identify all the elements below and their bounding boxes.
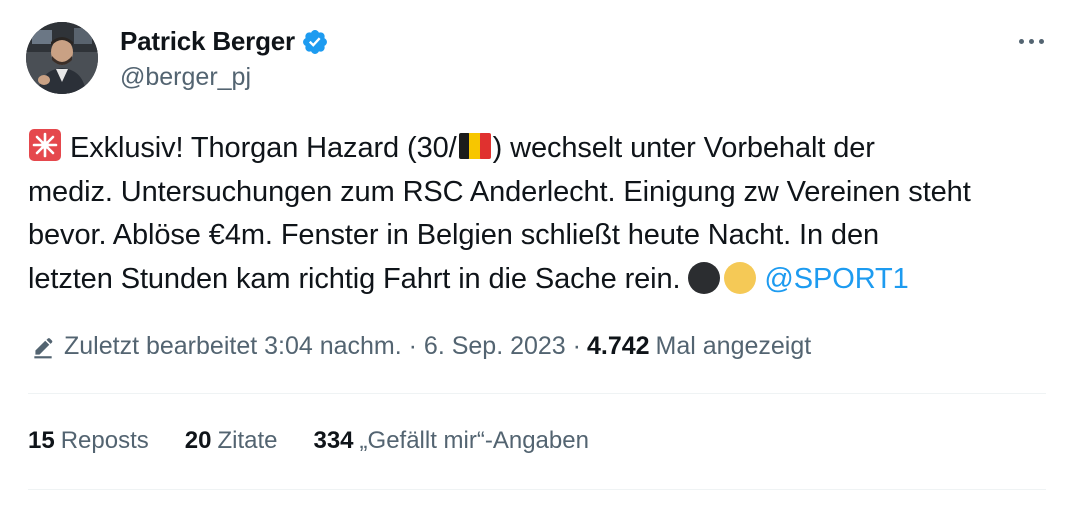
author-name-row[interactable]: Patrick Berger — [120, 26, 329, 57]
rotating-light-icon — [29, 129, 61, 161]
tweet-text: Exklusiv! Thorgan Hazard (30/ ) wechselt… — [28, 127, 1058, 301]
tweet-line-1: Exklusiv! Thorgan Hazard (30/ ) wechselt… — [28, 127, 1058, 171]
quotes-label: Zitate — [217, 427, 278, 454]
yellow-circle-icon — [724, 261, 757, 294]
reposts-label: Reposts — [60, 427, 149, 454]
tweet-meta: Zuletzt bearbeitet 3:04 nachm. · 6. Sep.… — [30, 332, 811, 361]
likes-label: „Gefällt mir“-Angaben — [359, 427, 589, 454]
dot-icon — [1018, 38, 1024, 44]
author-name[interactable]: Patrick Berger — [120, 26, 295, 57]
tweet-line-2: mediz. Untersuchungen zum RSC Anderlecht… — [28, 175, 971, 208]
author-handle[interactable]: @berger_pj — [120, 63, 251, 92]
verified-badge-icon — [303, 29, 327, 54]
tweet-line-4: letzten Stunden kam richtig Fahrt in die… — [28, 258, 1058, 302]
avatar[interactable] — [26, 22, 98, 94]
black-circle-icon — [688, 261, 721, 294]
divider — [28, 489, 1046, 490]
tweet-text-segment: ) wechselt unter Vorbehalt der — [492, 132, 875, 164]
avatar-image — [26, 22, 98, 94]
belgium-flag-icon — [458, 133, 491, 159]
divider — [28, 393, 1046, 394]
reposts-count: 15 — [28, 427, 55, 454]
edited-timestamp[interactable]: Zuletzt bearbeitet 3:04 nachm. · 6. Sep.… — [64, 332, 581, 361]
tweet-line-3: bevor. Ablöse €4m. Fenster in Belgien sc… — [28, 219, 880, 251]
engagement-stats: 15 Reposts 20 Zitate 334 „Gefällt mir“-Anga… — [28, 427, 625, 455]
quotes-stat[interactable]: 20 Zitate — [185, 427, 278, 455]
dot-icon — [1038, 38, 1044, 44]
quotes-count: 20 — [184, 427, 212, 454]
views-count[interactable]: 4.742 — [587, 332, 650, 361]
dot-icon — [1028, 38, 1034, 44]
reposts-stat[interactable]: 15 Reposts — [28, 427, 149, 455]
tweet-text-segment: letzten Stunden kam richtig Fahrt in die… — [28, 262, 689, 295]
mention-link[interactable]: @SPORT1 — [764, 263, 908, 295]
likes-stat[interactable]: 334 „Gefällt mir“-Angaben — [313, 427, 588, 455]
pencil-edit-icon — [34, 337, 53, 358]
views-label: Mal angezeigt — [655, 332, 812, 360]
tweet-text-segment: Exklusiv! Thorgan Hazard (30/ — [62, 132, 457, 164]
more-options-icon[interactable] — [1008, 26, 1054, 56]
likes-count: 334 — [313, 427, 354, 454]
